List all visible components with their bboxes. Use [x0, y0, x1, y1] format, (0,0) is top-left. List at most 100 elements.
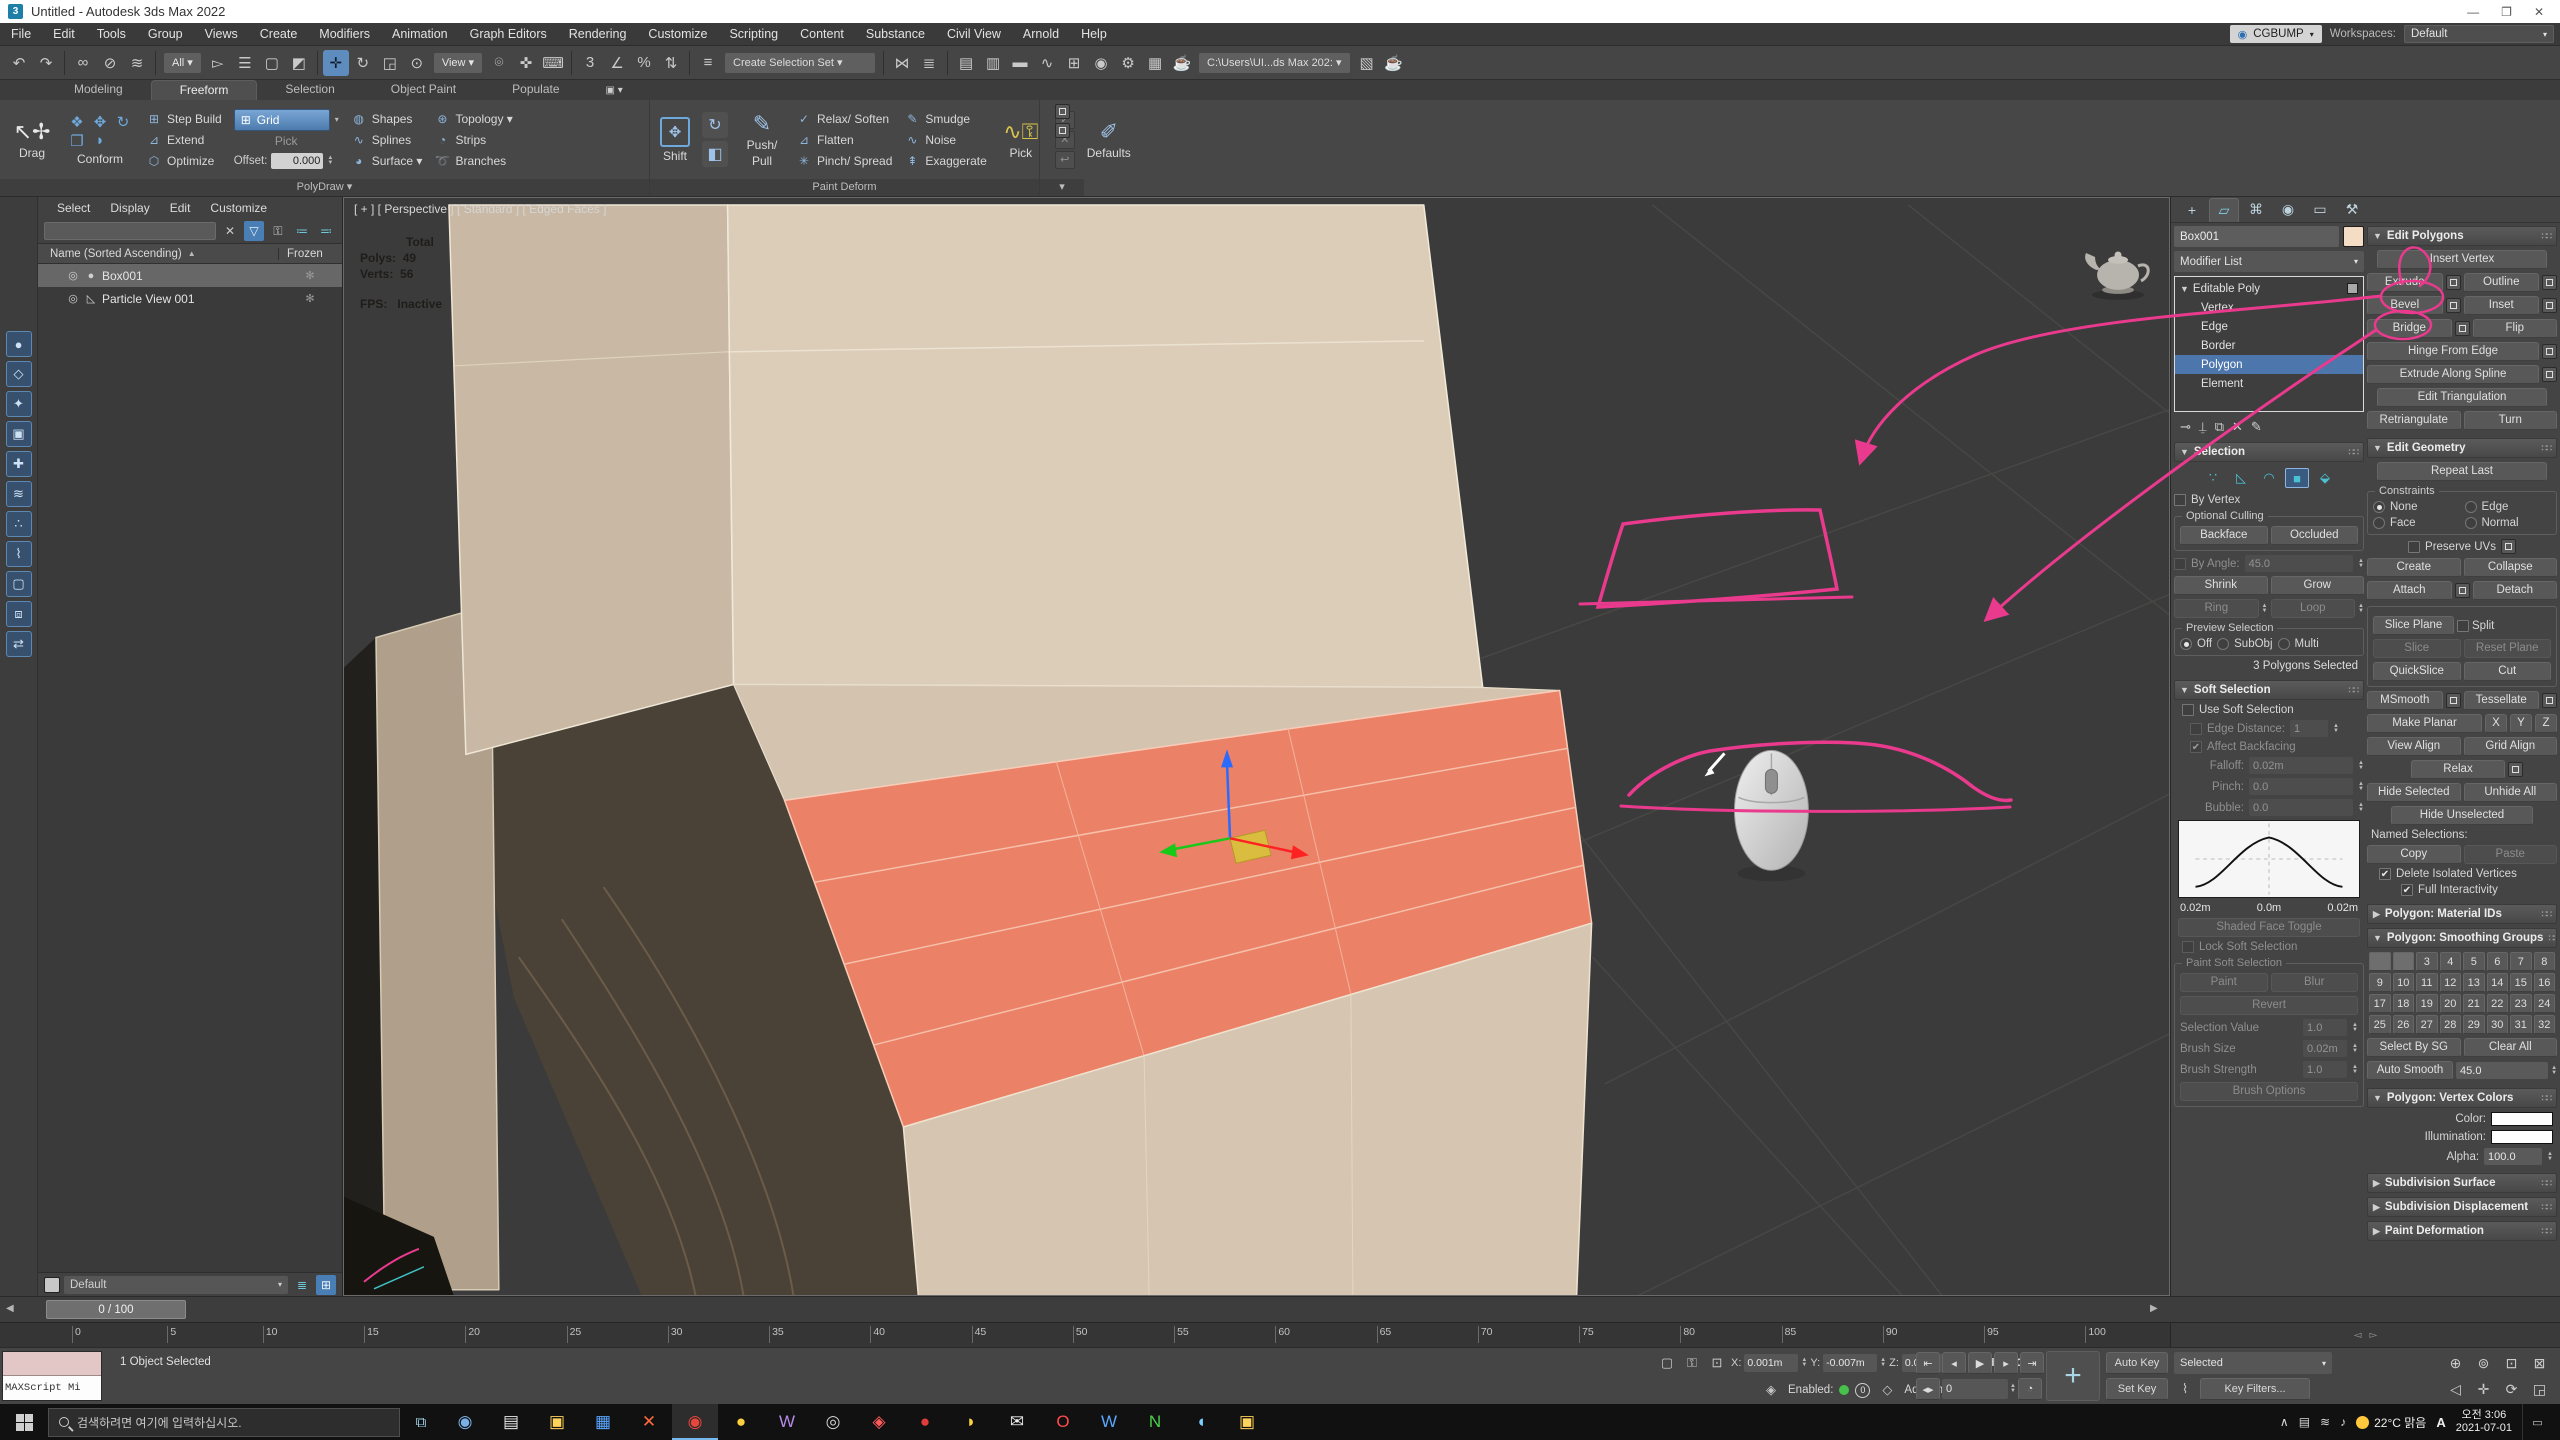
edit-triangulation-button[interactable]: Edit Triangulation	[2377, 388, 2547, 407]
pick-deform-tool[interactable]: ∿⚿ Pick	[999, 120, 1043, 160]
maximize-icon[interactable]: ❐	[2501, 5, 2512, 19]
hierarchy-view-icon[interactable]: ≔	[292, 221, 312, 241]
display-cameras-icon[interactable]: ▣	[6, 421, 32, 447]
toolbar-separator[interactable]	[571, 51, 572, 75]
visibility-eye-icon[interactable]: ◎	[64, 269, 82, 282]
auto-smooth-field[interactable]: 45.0	[2456, 1062, 2548, 1079]
explorer-menu-item[interactable]: Display	[101, 201, 158, 215]
use-soft-selection-checkbox[interactable]	[2182, 704, 2194, 716]
mail-app-icon[interactable]: ✉	[994, 1404, 1040, 1440]
smoothing-group-button[interactable]: 9	[2369, 973, 2391, 992]
smoothing-group-button[interactable]: 17	[2369, 994, 2391, 1013]
full-interactivity-checkbox[interactable]: ✔	[2401, 884, 2413, 896]
edit-polygons-rollout-header[interactable]: ▼ Edit Polygons ∷∷	[2367, 226, 2557, 246]
bevel-settings-icon[interactable]	[2446, 298, 2461, 313]
x-app-icon[interactable]: ✕	[626, 1404, 672, 1440]
smoothing-group-button[interactable]: 3	[2416, 952, 2438, 971]
field-of-view-icon[interactable]: ◁	[2442, 1377, 2469, 1402]
toggle-ribbon-icon[interactable]: ▬	[1007, 50, 1033, 76]
select-and-scale-icon[interactable]: ◲	[377, 50, 403, 76]
paint-deform-footer[interactable]: Paint Deform	[650, 179, 1039, 196]
attach-button[interactable]: Attach	[2367, 581, 2452, 600]
loop-spinner[interactable]: ▲▼	[2358, 604, 2364, 614]
split-checkbox[interactable]	[2457, 620, 2469, 632]
use-pivot-point-center-icon[interactable]: ⌾	[486, 50, 512, 76]
play-icon[interactable]: ▶	[1968, 1352, 1992, 1374]
smoothing-groups-rollout-header[interactable]: ▼ Polygon: Smoothing Groups ∷∷	[2367, 928, 2557, 948]
angle-snap-toggle-icon[interactable]: ∠	[604, 50, 630, 76]
menu-item[interactable]: Rendering	[558, 25, 638, 43]
display-helpers-icon[interactable]: ✚	[6, 451, 32, 477]
copy-button[interactable]: Copy	[2367, 845, 2461, 864]
select-object-icon[interactable]: ▻	[205, 50, 231, 76]
element-subobject-icon[interactable]: ⬙	[2313, 468, 2337, 488]
perspective-viewport[interactable]: [ + ] [ Perspective ] [ Standard ] [ Edg…	[343, 197, 2170, 1296]
smoothing-group-button[interactable]: 16	[2534, 973, 2556, 992]
clear-search-icon[interactable]: ✕	[220, 221, 240, 241]
scene-node-particle-view[interactable]: ◎ ◺ Particle View 001 ✻	[38, 287, 342, 310]
loop-button[interactable]: Loop	[2271, 599, 2356, 618]
opera-app-icon[interactable]: O	[1040, 1404, 1086, 1440]
maxscript-macro-recorder[interactable]	[3, 1352, 101, 1376]
ribbon-collapse-icon[interactable]: ▾	[1040, 179, 1084, 196]
soft-selection-rollout-header[interactable]: ▼ Soft Selection ∷∷	[2174, 680, 2364, 700]
ribbon-tab[interactable]: Freeform	[151, 80, 258, 100]
noise-icon[interactable]: ∿Noise	[904, 131, 986, 149]
border-subobject-icon[interactable]: ◠	[2257, 468, 2281, 488]
attach-settings-icon[interactable]	[2455, 583, 2470, 598]
ribbon-tab[interactable]: Object Paint	[363, 80, 484, 100]
reset-plane-button[interactable]: Reset Plane	[2464, 639, 2552, 658]
object-color-swatch[interactable]	[2343, 226, 2364, 247]
display-bones-icon[interactable]: ⌇	[6, 541, 32, 567]
selection-lock-icon[interactable]: ⚿	[1681, 1352, 1703, 1374]
msmooth-settings-icon[interactable]	[2446, 693, 2461, 708]
polydraw-footer[interactable]: PolyDraw ▾	[0, 179, 649, 196]
affect-backfacing-checkbox[interactable]: ✔	[2190, 741, 2202, 753]
menu-item[interactable]: Scripting	[718, 25, 789, 43]
taskbar-clock[interactable]: 오전 3:06 2021-07-01	[2456, 1409, 2512, 1435]
hinge-settings-icon[interactable]	[2542, 344, 2557, 359]
insert-vertex-button[interactable]: Insert Vertex	[2377, 250, 2547, 269]
clear-all-button[interactable]: Clear All	[2464, 1038, 2558, 1057]
scene-node-box001[interactable]: ◎ ● Box001 ✻	[38, 264, 342, 287]
extrude-along-spline-settings-icon[interactable]	[2542, 367, 2557, 382]
by-angle-spinner[interactable]: ▲▼	[2358, 559, 2364, 569]
hinge-from-edge-button[interactable]: Hinge From Edge	[2367, 342, 2539, 361]
stack-subobject-item[interactable]: Polygon	[2175, 355, 2363, 374]
kakaotalk-icon[interactable]: ◗	[948, 1404, 994, 1440]
outline-button[interactable]: Outline	[2464, 273, 2540, 292]
create-key-button[interactable]: +	[2046, 1351, 2100, 1401]
tab-modify[interactable]: ▱	[2209, 198, 2239, 222]
smoothing-group-button[interactable]: 32	[2534, 1015, 2556, 1034]
file-explorer-icon[interactable]: ▣	[534, 1404, 580, 1440]
display-groups-icon[interactable]: ⧈	[6, 601, 32, 627]
smoothing-group-button[interactable]: 27	[2416, 1015, 2438, 1034]
auto-smooth-button[interactable]: Auto Smooth	[2367, 1061, 2453, 1080]
map-pin-app-icon[interactable]: ◈	[856, 1404, 902, 1440]
revert-button[interactable]: Revert	[2180, 996, 2358, 1015]
key-filters-button[interactable]: Key Filters...	[2200, 1378, 2310, 1400]
project-folder-dropdown[interactable]: C:\Users\UI...ds Max 202: ▾	[1199, 53, 1350, 73]
pan-icon[interactable]: ✛	[2470, 1377, 2497, 1402]
display-containers-icon[interactable]: ▢	[6, 571, 32, 597]
menu-item[interactable]: Views	[194, 25, 249, 43]
smoothing-group-button[interactable]: 20	[2440, 994, 2462, 1013]
push-pull-tool[interactable]: ✎ Push/ Pull	[740, 112, 784, 168]
vertex-subobject-icon[interactable]: ∵	[2201, 468, 2225, 488]
toolbar-separator[interactable]	[64, 51, 65, 75]
splines-icon[interactable]: ∿Splines	[351, 131, 423, 149]
flatten-icon[interactable]: ⊿Flatten	[796, 131, 892, 149]
user-account-dropdown[interactable]: ◉ CGBUMP ▾	[2230, 25, 2322, 43]
previous-frame-icon[interactable]: ◂	[1942, 1352, 1966, 1374]
whale-browser-icon[interactable]: W	[1086, 1404, 1132, 1440]
menu-item[interactable]: Customize	[637, 25, 718, 43]
bind-to-space-warp-icon[interactable]: ≋	[124, 50, 150, 76]
menu-item[interactable]: Modifiers	[308, 25, 381, 43]
tab-motion[interactable]: ◉	[2273, 198, 2303, 222]
edge-distance-checkbox[interactable]	[2190, 723, 2202, 735]
x-spinner[interactable]: ▲▼	[1801, 1358, 1807, 1368]
subdivision-displacement-rollout-header[interactable]: ▶ Subdivision Displacement ∷∷	[2367, 1197, 2557, 1217]
make-unique-icon[interactable]: ⧉	[2215, 419, 2224, 435]
retriangulate-button[interactable]: Retriangulate	[2367, 411, 2461, 430]
repeat-last-button[interactable]: Repeat Last	[2377, 462, 2547, 481]
